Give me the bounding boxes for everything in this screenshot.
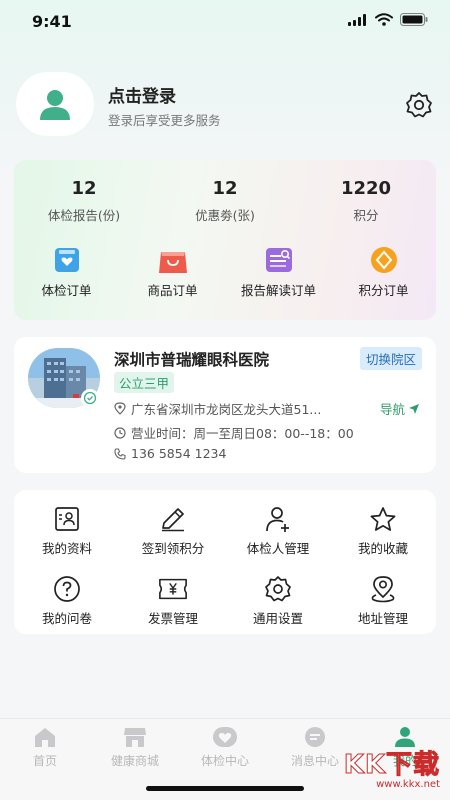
order-points[interactable]: 积分订单 xyxy=(331,246,436,299)
tool-questionnaire[interactable]: 我的问卷 xyxy=(14,575,120,627)
tool-examinee-management[interactable]: 体检人管理 xyxy=(225,505,331,557)
tool-label: 发票管理 xyxy=(147,611,198,626)
login-title[interactable]: 点击登录 xyxy=(108,82,176,107)
watermark-text: KK下载 xyxy=(343,750,440,781)
pencil-icon xyxy=(158,505,188,533)
stat-value: 1220 xyxy=(340,178,392,199)
report-interpret-icon xyxy=(263,246,295,274)
message-icon xyxy=(302,725,328,749)
stat-label: 积分 xyxy=(353,208,379,223)
hospital-name: 深圳市普瑞耀眼科医院 xyxy=(114,351,270,369)
location-pin-icon xyxy=(114,402,126,415)
hospital-address: 广东省深圳市龙岗区龙头大道51... xyxy=(114,399,321,418)
home-icon xyxy=(32,725,58,749)
switch-campus-button[interactable]: 切换院区 xyxy=(359,347,422,370)
order-label: 体检订单 xyxy=(41,283,92,298)
verified-icon xyxy=(81,389,99,407)
home-indicator xyxy=(146,786,304,791)
login-subtitle: 登录后享受更多服务 xyxy=(108,113,221,128)
navigation-arrow-icon xyxy=(409,403,419,414)
tool-general-settings[interactable]: 通用设置 xyxy=(225,575,331,627)
tool-label: 我的收藏 xyxy=(357,541,408,556)
phone-text: 136 5854 1234 xyxy=(131,446,227,461)
hospital-level-tag: 公立三甲 xyxy=(114,372,175,393)
tool-my-profile[interactable]: 我的资料 xyxy=(14,505,120,557)
navigate-label: 导航 xyxy=(379,402,405,417)
shopping-bag-icon xyxy=(157,246,189,274)
phone-icon xyxy=(114,447,126,460)
store-icon xyxy=(122,725,148,749)
order-checkup[interactable]: 体检订单 xyxy=(14,246,119,299)
order-report-interpret[interactable]: 报告解读订单 xyxy=(226,246,331,299)
gear-icon xyxy=(263,575,293,603)
stat-reports[interactable]: 12 体检报告(份) xyxy=(14,178,154,224)
tool-checkin-points[interactable]: 签到领积分 xyxy=(120,505,226,557)
tool-address-management[interactable]: 地址管理 xyxy=(330,575,436,627)
star-icon xyxy=(368,505,398,533)
tool-label: 签到领积分 xyxy=(141,541,205,556)
tab-label: 首页 xyxy=(32,754,57,768)
tool-label: 地址管理 xyxy=(357,611,408,626)
hospital-hours: 营业时间：周一至周日08：00--18：00 xyxy=(114,423,354,442)
tab-label: 体检中心 xyxy=(200,754,249,768)
stats-card: 12 体检报告(份) 12 优惠劵(张) 1220 积分 体检订单 商品订单 报… xyxy=(14,160,436,320)
navigate-button[interactable]: 导航 xyxy=(380,399,420,418)
order-goods[interactable]: 商品订单 xyxy=(120,246,225,299)
points-order-icon xyxy=(368,246,400,274)
profile-card-icon xyxy=(52,505,82,533)
order-label: 积分订单 xyxy=(358,283,409,298)
clock-icon xyxy=(114,426,126,439)
hospital-phone[interactable]: 136 5854 1234 xyxy=(114,446,226,461)
tool-label: 通用设置 xyxy=(252,611,303,626)
tool-label: 体检人管理 xyxy=(246,541,310,556)
stat-label: 优惠劵(张) xyxy=(195,208,255,223)
watermark: KK下载 www.kkx.net xyxy=(343,744,440,791)
stat-label: 体检报告(份) xyxy=(47,208,121,223)
user-avatar-icon xyxy=(40,90,70,120)
tool-favorites[interactable]: 我的收藏 xyxy=(330,505,436,557)
question-icon xyxy=(52,575,82,603)
avatar[interactable] xyxy=(16,72,94,136)
stat-value: 12 xyxy=(212,178,238,199)
order-label: 报告解读订单 xyxy=(240,283,316,298)
profile-header[interactable]: 点击登录 登录后享受更多服务 xyxy=(16,72,436,138)
heart-icon xyxy=(212,725,238,749)
stat-points[interactable]: 1220 积分 xyxy=(296,178,436,224)
invoice-icon xyxy=(158,575,188,603)
battery-icon xyxy=(400,13,428,26)
report-order-icon xyxy=(51,246,83,274)
tool-label: 我的问卷 xyxy=(41,611,92,626)
hours-text: 营业时间：周一至周日08：00--18：00 xyxy=(131,426,354,441)
hospital-card[interactable]: 深圳市普瑞耀眼科医院 切换院区 公立三甲 广东省深圳市龙岗区龙头大道51... … xyxy=(14,337,436,473)
tab-home[interactable]: 首页 xyxy=(0,725,90,769)
status-icons xyxy=(348,13,428,26)
order-label: 商品订单 xyxy=(147,283,198,298)
tool-label: 我的资料 xyxy=(41,541,92,556)
signal-icon xyxy=(348,13,366,26)
gear-icon xyxy=(406,92,432,118)
tab-label: 健康商城 xyxy=(110,754,159,768)
tab-checkup-center[interactable]: 体检中心 xyxy=(180,725,270,769)
status-time: 9:41 xyxy=(32,12,72,31)
location-icon xyxy=(368,575,398,603)
tools-card: 我的资料 签到领积分 体检人管理 我的收藏 我的问卷 发票管理 通用设置 地址管… xyxy=(14,490,436,634)
stat-coupons[interactable]: 12 优惠劵(张) xyxy=(155,178,295,224)
add-person-icon xyxy=(263,505,293,533)
status-bar: 9:41 xyxy=(0,0,450,44)
tool-invoice[interactable]: 发票管理 xyxy=(120,575,226,627)
address-text: 广东省深圳市龙岗区龙头大道51... xyxy=(131,402,322,417)
stat-value: 12 xyxy=(71,178,97,199)
tab-health-store[interactable]: 健康商城 xyxy=(90,725,180,769)
wifi-icon xyxy=(375,13,393,26)
settings-button[interactable] xyxy=(404,90,434,120)
